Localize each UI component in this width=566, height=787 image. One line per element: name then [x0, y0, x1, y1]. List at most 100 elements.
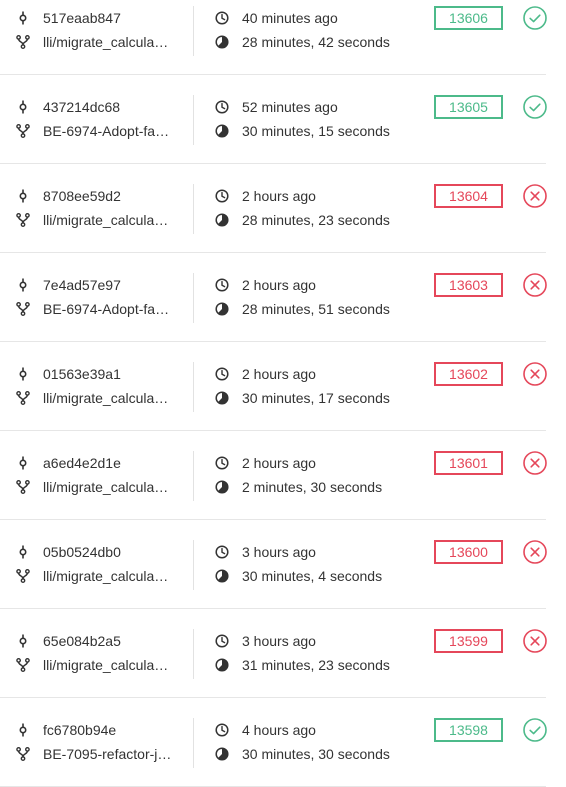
branch-line: BE-6974-Adopt-far… — [16, 122, 172, 140]
duration-icon — [215, 658, 229, 672]
column-divider — [193, 184, 194, 234]
commit-hash[interactable]: 437214dc68 — [43, 98, 120, 116]
branch-line: lli/migrate_calculat… — [16, 656, 172, 674]
commit-line: 05b0524db0 — [16, 543, 121, 561]
commit-hash[interactable]: 05b0524db0 — [43, 543, 121, 561]
branch-icon — [16, 302, 30, 316]
duration-line: 31 minutes, 23 seconds — [215, 656, 390, 674]
time-ago: 52 minutes ago — [242, 99, 338, 115]
clock-icon — [215, 100, 229, 114]
time-line: 52 minutes ago — [215, 98, 338, 116]
branch-name[interactable]: BE-6974-Adopt-far… — [43, 300, 172, 318]
build-row[interactable]: 8708ee59d2 lli/migrate_calculat… 2 hours… — [0, 164, 547, 253]
branch-name[interactable]: lli/migrate_calculat… — [43, 33, 172, 51]
build-number-badge[interactable]: 13603 — [434, 273, 503, 297]
build-list-page: { "colors": { "success": "#4cba8a", "fai… — [0, 0, 566, 787]
x-circle-icon — [523, 629, 547, 653]
duration: 28 minutes, 42 seconds — [242, 34, 390, 50]
duration-line: 28 minutes, 51 seconds — [215, 300, 390, 318]
x-circle-icon — [523, 451, 547, 475]
duration: 28 minutes, 23 seconds — [242, 212, 390, 228]
clock-icon — [215, 634, 229, 648]
branch-line: BE-6974-Adopt-far… — [16, 300, 172, 318]
commit-hash[interactable]: 7e4ad57e97 — [43, 276, 121, 294]
commit-hash[interactable]: 8708ee59d2 — [43, 187, 121, 205]
clock-icon — [215, 723, 229, 737]
column-divider — [193, 362, 194, 412]
branch-name[interactable]: lli/migrate_calculat… — [43, 656, 172, 674]
commit-line: 65e084b2a5 — [16, 632, 121, 650]
commit-hash[interactable]: 01563e39a1 — [43, 365, 121, 383]
duration-line: 28 minutes, 23 seconds — [215, 211, 390, 229]
build-number-badge[interactable]: 13599 — [434, 629, 503, 653]
time-ago: 2 hours ago — [242, 277, 316, 293]
build-row[interactable]: 65e084b2a5 lli/migrate_calculat… 3 hours… — [0, 609, 547, 698]
build-row[interactable]: 437214dc68 BE-6974-Adopt-far… 52 minutes… — [0, 75, 547, 164]
commit-hash[interactable]: fc6780b94e — [43, 721, 116, 739]
commit-icon — [19, 634, 27, 648]
column-divider — [193, 95, 194, 145]
column-divider — [193, 629, 194, 679]
duration-icon — [215, 124, 229, 138]
branch-name[interactable]: lli/migrate_calculat… — [43, 567, 172, 585]
time-ago: 40 minutes ago — [242, 10, 338, 26]
commit-hash[interactable]: 517eaab847 — [43, 9, 121, 27]
clock-icon — [215, 189, 229, 203]
duration-icon — [215, 480, 229, 494]
time-line: 4 hours ago — [215, 721, 316, 739]
build-number-badge[interactable]: 13598 — [434, 718, 503, 742]
build-row[interactable]: 05b0524db0 lli/migrate_calculat… 3 hours… — [0, 520, 547, 609]
column-divider — [193, 6, 194, 56]
commit-line: 7e4ad57e97 — [16, 276, 121, 294]
branch-name[interactable]: lli/migrate_calculat… — [43, 389, 172, 407]
build-number-badge[interactable]: 13602 — [434, 362, 503, 386]
build-row[interactable]: a6ed4e2d1e lli/migrate_calculat… 2 hours… — [0, 431, 547, 520]
check-circle-icon — [523, 95, 547, 119]
build-number-badge[interactable]: 13606 — [434, 6, 503, 30]
branch-name[interactable]: lli/migrate_calculat… — [43, 211, 172, 229]
branch-icon — [16, 480, 30, 494]
duration: 28 minutes, 51 seconds — [242, 301, 390, 317]
clock-icon — [215, 456, 229, 470]
build-number-badge[interactable]: 13604 — [434, 184, 503, 208]
time-line: 40 minutes ago — [215, 9, 338, 27]
build-number-badge[interactable]: 13605 — [434, 95, 503, 119]
branch-line: lli/migrate_calculat… — [16, 567, 172, 585]
time-line: 3 hours ago — [215, 632, 316, 650]
duration-icon — [215, 569, 229, 583]
commit-hash[interactable]: a6ed4e2d1e — [43, 454, 121, 472]
build-list: 517eaab847 lli/migrate_calculat… 40 minu… — [0, 0, 547, 787]
column-divider — [193, 273, 194, 323]
branch-line: lli/migrate_calculat… — [16, 478, 172, 496]
time-ago: 3 hours ago — [242, 544, 316, 560]
duration-line: 30 minutes, 30 seconds — [215, 745, 390, 763]
x-circle-icon — [523, 184, 547, 208]
clock-icon — [215, 545, 229, 559]
duration-icon — [215, 747, 229, 761]
build-row[interactable]: 01563e39a1 lli/migrate_calculat… 2 hours… — [0, 342, 547, 431]
duration: 30 minutes, 15 seconds — [242, 123, 390, 139]
x-circle-icon — [523, 540, 547, 564]
clock-icon — [215, 278, 229, 292]
duration: 2 minutes, 30 seconds — [242, 479, 383, 495]
build-row[interactable]: 517eaab847 lli/migrate_calculat… 40 minu… — [0, 0, 547, 75]
time-ago: 4 hours ago — [242, 722, 316, 738]
time-ago: 2 hours ago — [242, 366, 316, 382]
branch-name[interactable]: BE-7095-refactor-jo… — [43, 745, 172, 763]
build-row[interactable]: fc6780b94e BE-7095-refactor-jo… 4 hours … — [0, 698, 547, 787]
commit-icon — [19, 723, 27, 737]
branch-icon — [16, 747, 30, 761]
build-row[interactable]: 7e4ad57e97 BE-6974-Adopt-far… 2 hours ag… — [0, 253, 547, 342]
time-ago: 2 hours ago — [242, 455, 316, 471]
duration-line: 30 minutes, 4 seconds — [215, 567, 382, 585]
commit-line: fc6780b94e — [16, 721, 116, 739]
branch-name[interactable]: lli/migrate_calculat… — [43, 478, 172, 496]
branch-name[interactable]: BE-6974-Adopt-far… — [43, 122, 172, 140]
build-number-badge[interactable]: 13600 — [434, 540, 503, 564]
duration: 30 minutes, 4 seconds — [242, 568, 383, 584]
build-number-badge[interactable]: 13601 — [434, 451, 503, 475]
time-ago: 3 hours ago — [242, 633, 316, 649]
commit-hash[interactable]: 65e084b2a5 — [43, 632, 121, 650]
duration: 30 minutes, 30 seconds — [242, 746, 390, 762]
duration-line: 30 minutes, 15 seconds — [215, 122, 390, 140]
